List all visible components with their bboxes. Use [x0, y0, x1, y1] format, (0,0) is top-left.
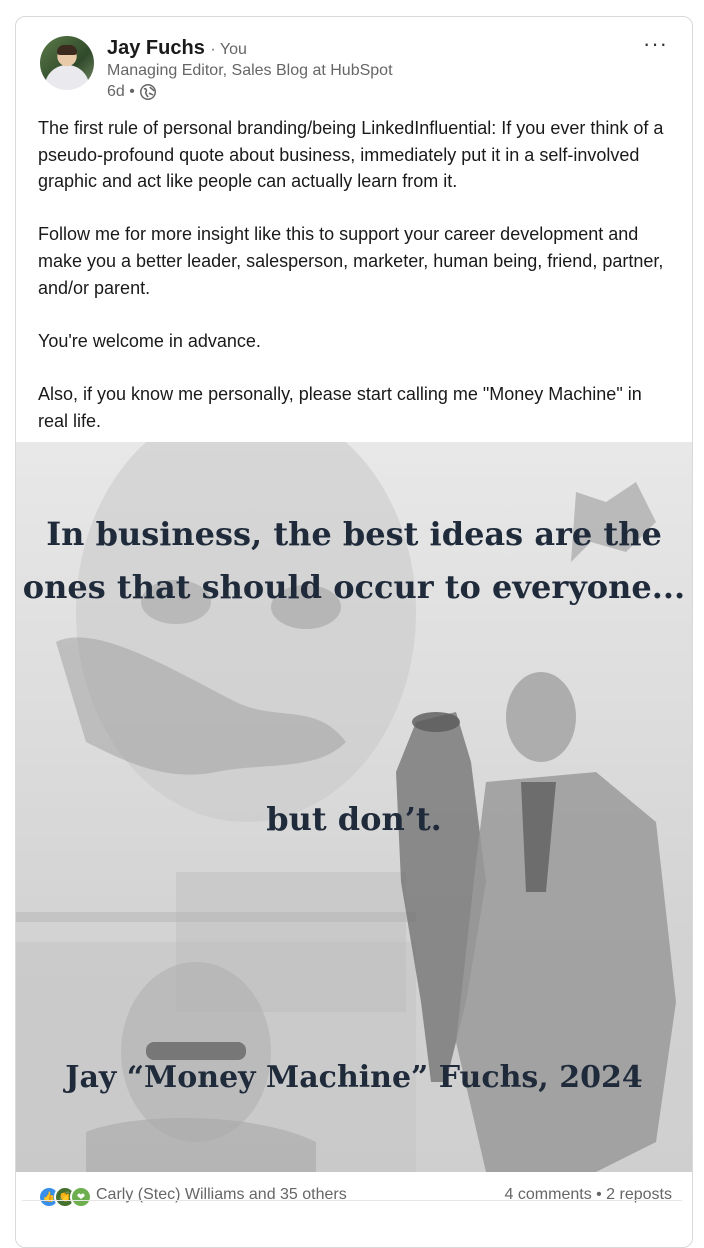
post-time: 6d • [107, 83, 135, 100]
comments-reposts[interactable]: 4 comments • 2 reposts [505, 1186, 672, 1204]
divider [22, 1200, 682, 1201]
post-card: Jay Fuchs · You Managing Editor, Sales B… [15, 16, 693, 1248]
post-paragraph: The first rule of personal branding/bein… [38, 118, 664, 192]
author-name[interactable]: Jay Fuchs [107, 37, 205, 59]
post-paragraph: Follow me for more insight like this to … [38, 224, 664, 298]
quote-attribution: Jay “Money Machine” Fuchs, 2024 [65, 1060, 643, 1095]
you-label: · You [210, 41, 247, 58]
author-name-line: Jay Fuchs · You [107, 37, 247, 60]
author-avatar[interactable] [40, 36, 94, 90]
more-options-icon[interactable]: ··· [643, 31, 668, 57]
reactors-text[interactable]: Carly (Stec) Williams and 35 others [96, 1186, 347, 1204]
social-counts: 👍 👏 ❤ Carly (Stec) Williams and 35 other… [16, 1172, 692, 1217]
post-paragraph: Also, if you know me personally, please … [38, 383, 642, 431]
support-reaction-icon: ❤ [70, 1186, 92, 1208]
post-paragraph: You're welcome in advance. [38, 330, 261, 351]
reaction-icons[interactable]: 👍 👏 ❤ [38, 1186, 92, 1208]
quote-line-2: but don’t. [266, 800, 442, 838]
post-text: The first rule of personal branding/bein… [38, 115, 668, 461]
globe-icon [139, 84, 156, 100]
post-meta: 6d • [107, 83, 157, 101]
author-headline: Managing Editor, Sales Blog at HubSpot [107, 62, 393, 79]
post-image[interactable]: In business, the best ideas are the ones… [16, 442, 692, 1172]
quote-line-1: In business, the best ideas are the ones… [22, 515, 686, 606]
post-header: Jay Fuchs · You Managing Editor, Sales B… [16, 17, 692, 105]
